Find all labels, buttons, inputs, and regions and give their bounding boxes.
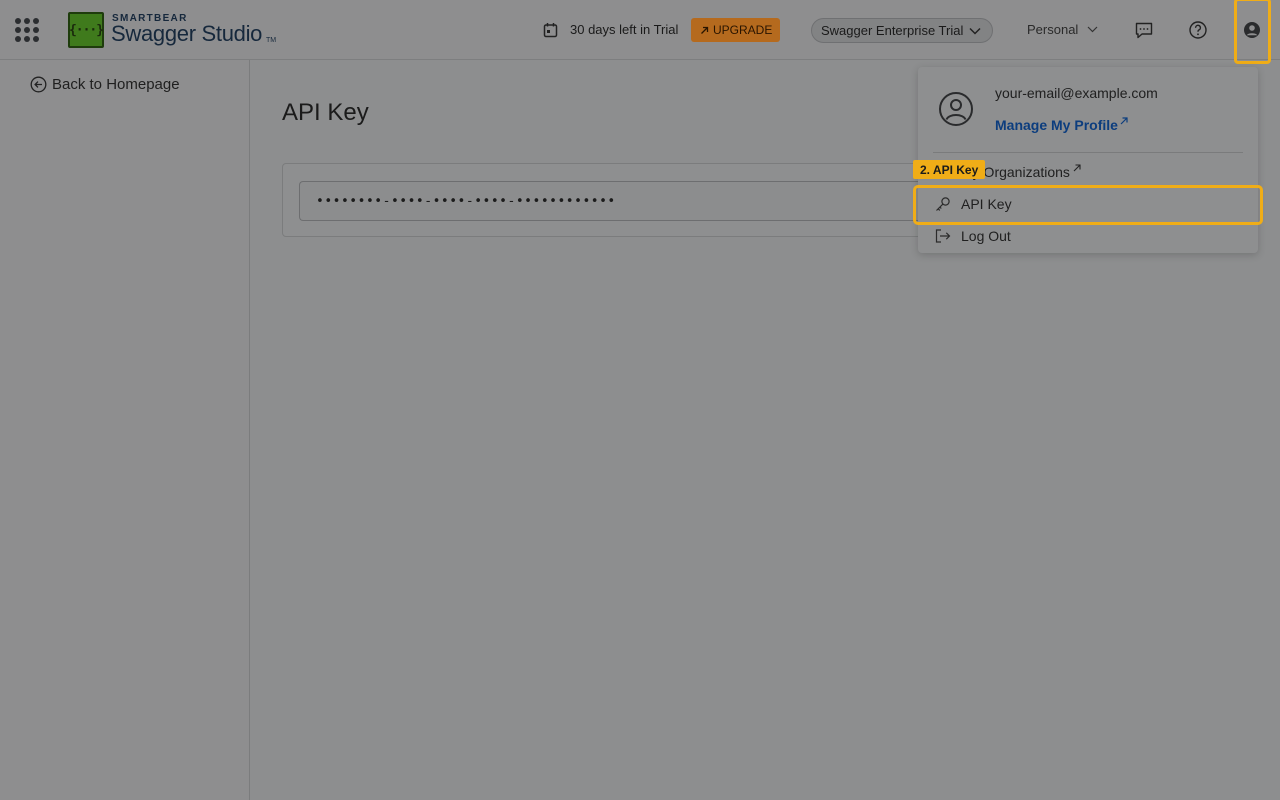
api-key-highlight-box bbox=[913, 185, 1263, 225]
workspace-label: Personal bbox=[1027, 22, 1079, 37]
back-arrow-icon bbox=[30, 76, 47, 93]
calendar-icon bbox=[543, 23, 558, 38]
help-icon[interactable] bbox=[1188, 20, 1208, 40]
logo-glyph: {···} bbox=[68, 22, 104, 38]
chat-icon[interactable] bbox=[1134, 20, 1154, 40]
user-avatar-highlight bbox=[1234, 0, 1271, 64]
trial-remaining-text: 30 days left in Trial bbox=[570, 22, 679, 37]
api-key-field[interactable]: ••••••••-••••-••••-••••-•••••••••••• bbox=[299, 181, 963, 221]
external-arrow-icon bbox=[1120, 117, 1128, 125]
upgrade-label: UPGRADE bbox=[713, 23, 773, 37]
chevron-down-icon bbox=[969, 27, 981, 35]
api-key-card: ••••••••-••••-••••-••••-•••••••••••• bbox=[282, 163, 963, 237]
apps-grid-icon[interactable] bbox=[15, 18, 39, 42]
manage-profile-label: Manage My Profile bbox=[995, 117, 1118, 133]
menu-divider bbox=[933, 152, 1243, 153]
log-out-item[interactable]: Log Out bbox=[934, 221, 1011, 251]
back-to-homepage-link[interactable]: Back to Homepage bbox=[30, 76, 180, 93]
sidebar: Back to Homepage bbox=[0, 60, 250, 800]
workspace-selector[interactable]: Personal bbox=[1027, 22, 1098, 37]
log-out-label: Log Out bbox=[961, 228, 1011, 244]
plan-label: Swagger Enterprise Trial bbox=[821, 23, 964, 38]
page-title: API Key bbox=[282, 99, 369, 126]
profile-avatar-icon bbox=[939, 92, 973, 126]
user-email: your-email@example.com bbox=[995, 85, 1158, 101]
top-bar: {···} SMARTBEAR Swagger Studio TM 30 day… bbox=[0, 0, 1280, 60]
step-tag: 2. API Key bbox=[913, 160, 986, 179]
brand-trademark: TM bbox=[266, 37, 277, 44]
swagger-logo[interactable]: {···} bbox=[68, 12, 104, 48]
external-arrow-icon bbox=[1073, 164, 1081, 172]
external-arrow-icon bbox=[701, 26, 709, 34]
logout-icon bbox=[935, 229, 951, 243]
plan-selector[interactable]: Swagger Enterprise Trial bbox=[811, 18, 993, 43]
brand-product: Swagger Studio bbox=[111, 21, 263, 46]
back-to-homepage-label: Back to Homepage bbox=[52, 76, 180, 93]
upgrade-button[interactable]: UPGRADE bbox=[691, 18, 781, 42]
manage-profile-link[interactable]: Manage My Profile bbox=[995, 117, 1128, 133]
chevron-down-icon bbox=[1087, 26, 1098, 33]
